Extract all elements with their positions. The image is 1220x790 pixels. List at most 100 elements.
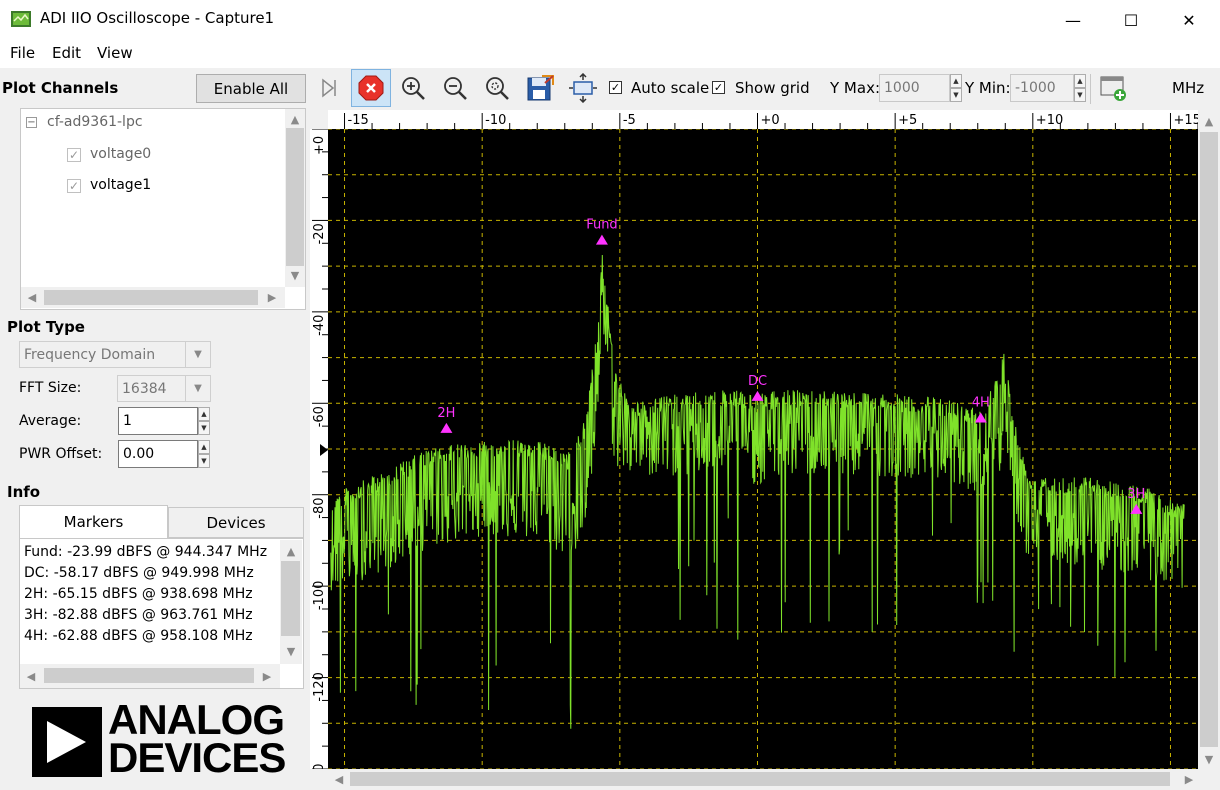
marker-2h[interactable] — [440, 422, 453, 433]
save-icon[interactable] — [522, 70, 558, 106]
scroll-right-icon[interactable]: ▶ — [262, 288, 282, 307]
fft-size-select[interactable]: 16384 ▼ — [117, 375, 211, 402]
zoom-out-icon[interactable] — [437, 70, 473, 106]
x-axis-tick-label: +5 — [898, 113, 917, 128]
marker-4h[interactable] — [974, 412, 987, 423]
ymin-input[interactable]: -1000 — [1010, 74, 1074, 102]
chevron-down-icon: ▼ — [185, 342, 210, 367]
average-down-icon[interactable]: ▼ — [198, 421, 210, 435]
minimize-button[interactable]: — — [1044, 0, 1102, 40]
ymin-label: Y Min: — [965, 79, 1011, 97]
markers-hscroll-thumb[interactable] — [44, 668, 254, 683]
average-label: Average: — [19, 413, 82, 429]
marker-3h[interactable] — [1130, 503, 1143, 514]
add-plot-icon[interactable] — [1095, 70, 1131, 106]
scroll-right-icon[interactable]: ▶ — [1180, 770, 1198, 788]
marker-dc-line: DC: -58.17 dBFS @ 949.998 MHz — [24, 565, 254, 581]
domain-select[interactable]: Frequency Domain ▼ — [19, 341, 211, 368]
marker-label-3h: 3H — [1127, 487, 1145, 502]
marker-label-4h: 4H — [972, 395, 990, 410]
y-axis-tick-label: +0 — [312, 136, 327, 155]
marker-4h-line: 4H: -62.88 dBFS @ 958.108 MHz — [24, 628, 253, 644]
menu-file[interactable]: File — [10, 44, 35, 62]
marker-fund[interactable] — [595, 234, 608, 245]
scroll-right-icon[interactable]: ▶ — [258, 666, 276, 686]
average-up-icon[interactable]: ▲ — [198, 407, 210, 421]
y-axis-tick-label: -140 — [312, 763, 327, 769]
y-axis-tick-label: -20 — [312, 223, 327, 244]
enable-all-button[interactable]: Enable All — [196, 74, 306, 103]
y-axis-tick-label: -100 — [312, 581, 327, 611]
x-axis-tick-label: +10 — [1036, 113, 1063, 128]
logo-text-devices: DEVICES — [108, 734, 286, 781]
tree-vscroll-thumb[interactable] — [286, 128, 304, 266]
tab-markers[interactable]: Markers — [19, 505, 168, 538]
marker-label-dc: DC — [748, 374, 767, 389]
x-axis-ticks: -15 -10 -5 +0 +5 +10 +15 — [344, 113, 1201, 129]
scroll-left-icon[interactable]: ◀ — [22, 666, 40, 686]
voltage1-checkbox[interactable]: ✓ — [67, 179, 81, 193]
stop-icon — [358, 75, 384, 101]
info-heading: Info — [7, 483, 41, 501]
collapse-icon[interactable]: − — [26, 117, 37, 128]
stop-capture-button[interactable] — [351, 69, 391, 107]
pwr-offset-up-icon[interactable]: ▲ — [198, 440, 210, 454]
menu-view[interactable]: View — [97, 44, 133, 62]
tab-devices[interactable]: Devices — [168, 507, 304, 538]
pwr-offset-label: PWR Offset: — [19, 446, 103, 462]
x-axis-tick-label: +15 — [1173, 113, 1198, 128]
plot-channels-heading: Plot Channels — [2, 79, 119, 97]
y-axis-tick-label: -80 — [312, 497, 327, 518]
marker-fund-line: Fund: -23.99 dBFS @ 944.347 MHz — [24, 544, 268, 560]
scroll-down-icon[interactable]: ▼ — [1199, 750, 1219, 768]
zoom-fit-icon[interactable] — [479, 70, 515, 106]
pwr-offset-input[interactable]: 0.00 — [118, 440, 198, 468]
menu-edit[interactable]: Edit — [52, 44, 81, 62]
fft-plot[interactable]: Fund DC 2H 3H 4H — [328, 128, 1198, 770]
frequency-unit-label: MHz — [1172, 79, 1205, 97]
y-axis-tick-label: -40 — [312, 315, 327, 336]
close-button[interactable]: ✕ — [1160, 0, 1218, 40]
voltage0-checkbox[interactable]: ✓ — [67, 148, 81, 162]
pwr-offset-down-icon[interactable]: ▼ — [198, 454, 210, 468]
average-input[interactable]: 1 — [118, 407, 198, 435]
x-axis-tick-label: +0 — [760, 113, 779, 128]
plot-type-heading: Plot Type — [7, 318, 85, 336]
show-grid-checkbox[interactable]: ✓ — [712, 81, 725, 94]
scroll-left-icon[interactable]: ◀ — [330, 770, 348, 788]
ymax-label: Y Max: — [830, 79, 880, 97]
toolbar-separator — [1090, 74, 1091, 104]
x-axis-tick-label: -10 — [485, 113, 506, 128]
scroll-down-icon[interactable]: ▼ — [280, 642, 302, 660]
y-axis-tick-label: -120 — [312, 672, 327, 702]
scroll-up-icon[interactable]: ▲ — [1199, 112, 1219, 130]
plot-vscroll-thumb[interactable] — [1200, 132, 1218, 747]
scroll-up-icon[interactable]: ▲ — [280, 542, 302, 560]
y-axis-pointer-icon — [320, 444, 328, 456]
step-forward-icon[interactable] — [310, 70, 346, 106]
voltage0-label: voltage0 — [90, 146, 152, 162]
maximize-button[interactable]: ☐ — [1102, 0, 1160, 40]
scroll-left-icon[interactable]: ◀ — [22, 288, 42, 307]
ymin-up-icon[interactable]: ▲ — [1074, 74, 1086, 88]
auto-scale-checkbox[interactable]: ✓ — [609, 81, 622, 94]
scroll-up-icon[interactable]: ▲ — [285, 110, 305, 128]
fullscreen-icon[interactable] — [565, 70, 601, 106]
ymax-up-icon[interactable]: ▲ — [950, 74, 962, 88]
voltage1-label: voltage1 — [90, 177, 152, 193]
scroll-down-icon[interactable]: ▼ — [285, 266, 305, 284]
x-axis-tick-label: -5 — [623, 113, 636, 128]
spectrum-chart[interactable]: Fund DC 2H 3H 4H — [328, 128, 1198, 770]
app-icon — [11, 11, 31, 27]
fft-size-value: 16384 — [122, 380, 167, 397]
markers-vscroll-thumb[interactable] — [281, 561, 300, 636]
tree-hscroll-thumb[interactable] — [44, 290, 258, 305]
plot-hscroll-thumb[interactable] — [350, 772, 1170, 786]
show-grid-label: Show grid — [735, 79, 810, 97]
marker-3h-line: 3H: -82.88 dBFS @ 963.761 MHz — [24, 607, 253, 623]
ymax-down-icon[interactable]: ▼ — [950, 88, 962, 102]
ymin-down-icon[interactable]: ▼ — [1074, 88, 1086, 102]
zoom-in-icon[interactable] — [395, 70, 431, 106]
device-node[interactable]: cf-ad9361-lpc — [47, 114, 143, 130]
ymax-input[interactable]: 1000 — [879, 74, 950, 102]
